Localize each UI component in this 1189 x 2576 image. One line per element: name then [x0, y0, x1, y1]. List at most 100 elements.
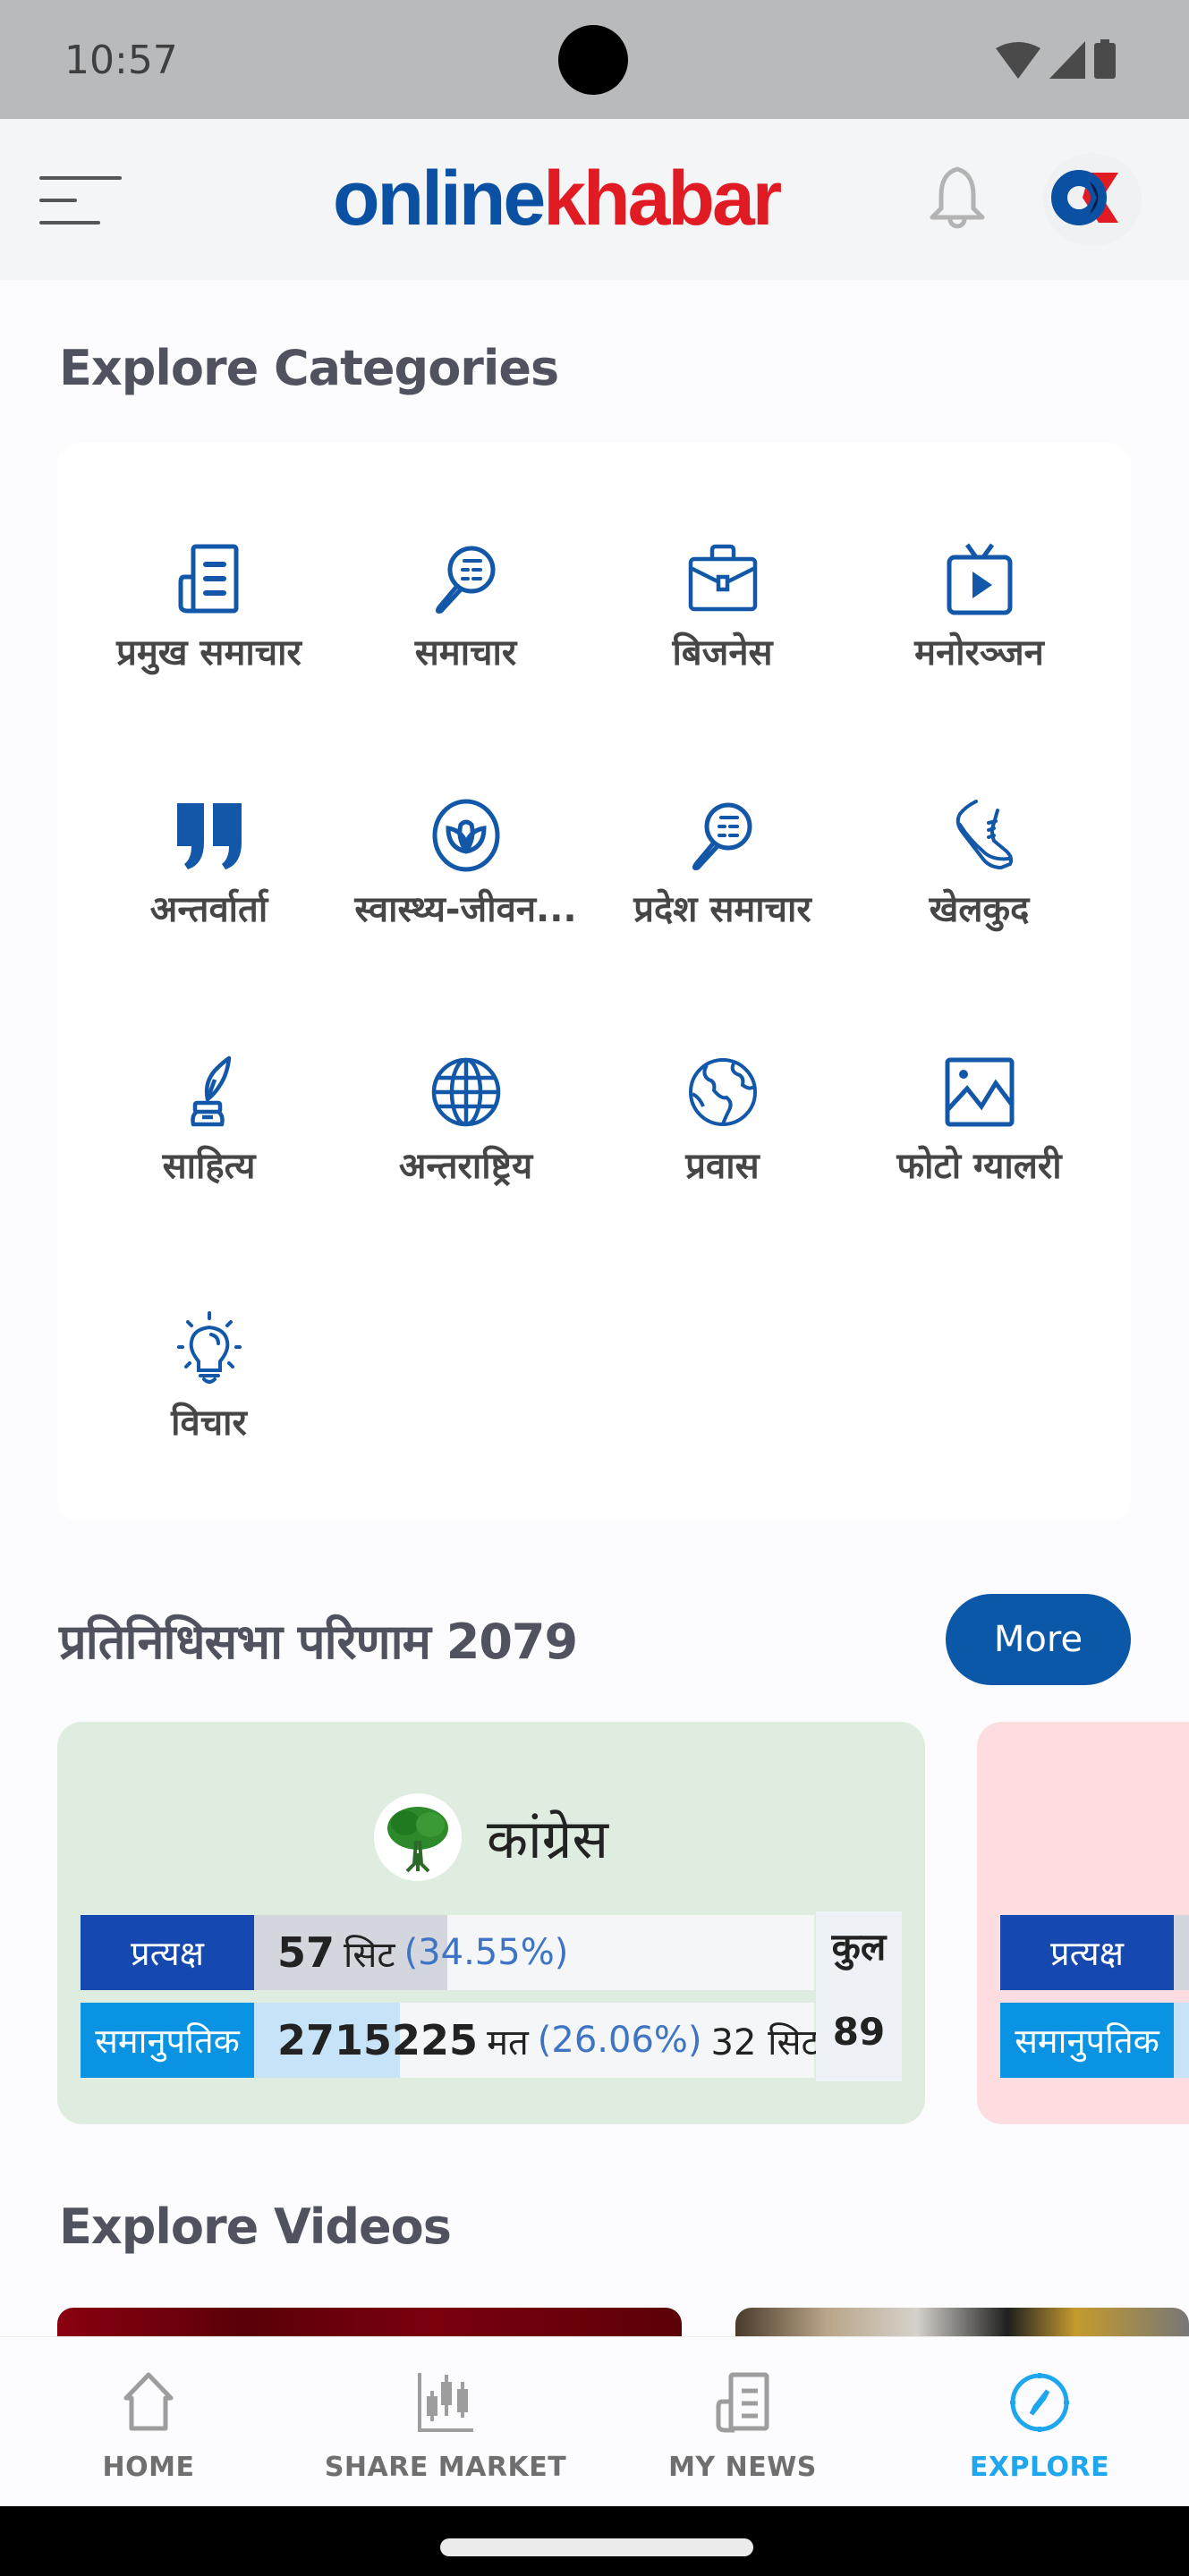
category-label: अन्तराष्ट्रिय — [398, 1146, 533, 1187]
nav-label: EXPLORE — [969, 2452, 1110, 2483]
proportional-label: समानुपतिक — [1000, 2003, 1174, 2078]
proportional-seats: 32 सिट — [710, 2021, 820, 2063]
category-item[interactable]: प्रमुख समाचार — [81, 514, 337, 747]
category-label: मनोरञ्जन — [914, 632, 1044, 674]
signal-icon — [1049, 41, 1085, 79]
proportional-result-row: समानुपतिक — [1000, 2003, 1189, 2078]
category-label: साहित्य — [162, 1146, 256, 1187]
globe-grid-icon — [431, 1057, 500, 1127]
total-label: कुल — [831, 1925, 887, 1969]
category-item[interactable]: अन्तराष्ट्रिय — [337, 1028, 594, 1260]
nav-item-home[interactable]: HOME — [0, 2337, 297, 2507]
party-result-card[interactable]: प्रत्यक्ष समानुपतिक — [977, 1722, 1189, 2124]
ok-logo-icon[interactable] — [1043, 153, 1142, 246]
category-label: बिजनेस — [672, 632, 773, 674]
system-navigation-bar — [0, 2506, 1189, 2576]
app-logo: onlinekhabar — [333, 155, 782, 243]
home-icon — [123, 2372, 174, 2431]
newspaper-icon — [716, 2372, 769, 2433]
proportional-label: समानुपतिक — [81, 2003, 254, 2078]
status-time: 10:57 — [64, 38, 178, 83]
category-item[interactable]: खेलकुद — [851, 771, 1108, 1004]
category-item[interactable]: साहित्य — [81, 1028, 337, 1260]
section-title-election: प्रतिनिधिसभा परिणाम 2079 — [59, 1614, 578, 1670]
nav-label: SHARE MARKET — [324, 2452, 567, 2483]
direct-progress-bar: 57 सिट (34.55%) — [254, 1915, 814, 1990]
category-label: खेलकुद — [929, 889, 1030, 930]
proportional-progress-bar — [1174, 2003, 1189, 2078]
earth-icon — [688, 1058, 757, 1126]
direct-progress-bar — [1174, 1915, 1189, 1990]
tree-icon — [373, 1793, 462, 1881]
quote-icon — [176, 803, 242, 869]
newspaper-icon — [178, 544, 238, 614]
briefcase-icon — [688, 544, 757, 612]
logo-part-khabar: khabar — [543, 156, 782, 242]
nav-item-share-market[interactable]: SHARE MARKET — [297, 2337, 594, 2507]
category-label: अन्तर्वार्ता — [149, 889, 268, 930]
total-value: 89 — [832, 2010, 886, 2054]
compass-icon — [1010, 2373, 1069, 2432]
category-item[interactable]: मनोरञ्जन — [851, 514, 1108, 747]
category-item[interactable]: स्वास्थ्य-जीवन... — [337, 771, 594, 1004]
category-label: विचार — [171, 1402, 247, 1444]
direct-seats: 57 — [277, 1928, 335, 1977]
direct-result-text: 57 सिट (34.55%) — [277, 1915, 568, 1990]
app-header: onlinekhabar — [0, 119, 1189, 280]
direct-result-row: प्रत्यक्ष 57 सिट (34.55%) — [81, 1915, 814, 1990]
category-label: प्रदेश समाचार — [633, 889, 811, 930]
vote-unit: मत — [487, 2021, 529, 2063]
party-header: कांग्रेस — [57, 1793, 925, 1881]
category-item[interactable]: बिजनेस — [594, 514, 851, 747]
nav-item-explore[interactable]: EXPLORE — [891, 2337, 1188, 2507]
category-label: प्रवास — [685, 1146, 760, 1187]
quill-ink-icon — [190, 1055, 231, 1127]
category-item[interactable]: विचार — [81, 1284, 337, 1517]
tv-play-icon — [947, 543, 1012, 615]
proportional-result-row: समानुपतिक 2715225 मत (26.06%) 32 सिट — [81, 2003, 820, 2078]
direct-percent: (34.55%) — [403, 1932, 569, 1973]
image-icon — [945, 1057, 1014, 1127]
battery-icon — [1094, 39, 1116, 79]
candlestick-chart-icon — [418, 2373, 473, 2432]
nav-label: MY NEWS — [668, 2452, 817, 2483]
hamburger-menu-icon[interactable] — [39, 173, 122, 228]
category-label: प्रमुख समाचार — [116, 632, 301, 674]
proportional-percent: (26.06%) — [537, 2020, 702, 2061]
section-title-categories: Explore Categories — [59, 340, 559, 396]
camera-cutout — [558, 25, 628, 95]
search-news-icon — [435, 546, 495, 614]
proportional-progress-bar: 2715225 मत (26.06%) 32 सिट — [254, 2003, 820, 2078]
shoe-icon — [955, 800, 1013, 870]
search-news-icon — [692, 802, 752, 870]
total-seats: कुल 89 — [816, 1911, 902, 2081]
category-item[interactable]: फोटो ग्यालरी — [851, 1028, 1108, 1260]
nav-label: HOME — [102, 2452, 195, 2483]
proportional-votes: 2715225 — [277, 2016, 479, 2064]
logo-part-online: online — [333, 156, 546, 242]
section-title-videos: Explore Videos — [59, 2199, 452, 2255]
direct-result-row: प्रत्यक्ष — [1000, 1915, 1189, 1990]
nav-item-my-news[interactable]: MY NEWS — [594, 2337, 891, 2507]
category-item[interactable]: अन्तर्वार्ता — [81, 771, 337, 1004]
proportional-result-text: 2715225 मत (26.06%) 32 सिट — [277, 2003, 820, 2078]
category-item[interactable]: प्रदेश समाचार — [594, 771, 851, 1004]
seat-unit: सिट — [344, 1934, 395, 1976]
status-icons — [996, 39, 1116, 79]
category-label: समाचार — [414, 632, 517, 674]
bell-icon[interactable] — [921, 164, 993, 235]
category-label: स्वास्थ्य-जीवन... — [354, 889, 577, 930]
status-bar: 10:57 — [0, 0, 1189, 119]
categories-card: प्रमुख समाचार समाचार बिजनेस मनोरञ्जन अन्… — [57, 443, 1131, 1521]
more-button[interactable]: More — [946, 1594, 1131, 1685]
category-item[interactable]: समाचार — [337, 514, 594, 747]
category-label: फोटो ग्यालरी — [896, 1146, 1062, 1187]
party-name: कांग्रेस — [486, 1809, 609, 1871]
leaf-circle-icon — [432, 799, 499, 872]
direct-label: प्रत्यक्ष — [81, 1915, 254, 1990]
category-item[interactable]: प्रवास — [594, 1028, 851, 1260]
wifi-icon — [996, 42, 1040, 79]
home-gesture-handle[interactable] — [440, 2538, 753, 2556]
party-result-card[interactable]: कांग्रेस प्रत्यक्ष 57 सिट (34.55%) समानु… — [57, 1722, 925, 2124]
lightbulb-icon — [176, 1311, 242, 1384]
